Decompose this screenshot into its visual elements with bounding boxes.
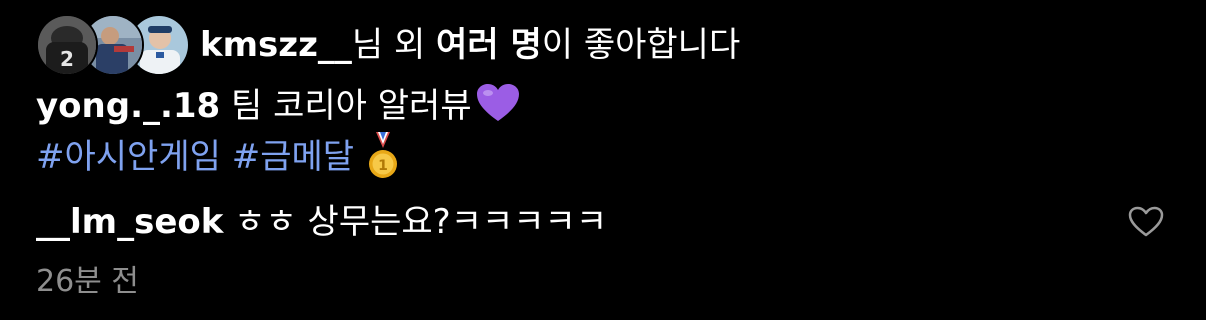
hashtag-link[interactable]: #아시안게임	[36, 137, 221, 177]
liked-by-row[interactable]: 2 kmszz__님 외 여러 명이 좋아합니다	[36, 14, 740, 76]
liker-username[interactable]: kmszz__	[200, 25, 352, 65]
likes-text-end: 이 좋아합니다	[541, 25, 741, 65]
comment-timestamp: 26분 전	[36, 264, 139, 299]
comment-like-button[interactable]	[1126, 204, 1166, 244]
svg-text:2: 2	[60, 47, 74, 71]
purple-heart-icon	[476, 83, 520, 136]
caption-text: 팀 코리아 알러뷰	[220, 86, 472, 126]
comment: __lm_seok ㅎㅎ 상무는요?ㅋㅋㅋㅋㅋ	[36, 198, 607, 246]
liker-avatars[interactable]: 2	[36, 14, 190, 76]
likes-text: 님 외	[351, 25, 437, 65]
post-caption: yong._.18 팀 코리아 알러뷰	[36, 82, 520, 136]
comment-text: ㅎㅎ 상무는요?ㅋㅋㅋㅋㅋ	[223, 202, 608, 242]
post-hashtags: #아시안게임 #금메달 1	[36, 132, 398, 193]
comment-username[interactable]: __lm_seok	[36, 202, 223, 242]
hashtag-link[interactable]: #금메달	[232, 137, 354, 177]
heart-outline-icon	[1128, 206, 1164, 242]
caption-username[interactable]: yong._.18	[36, 86, 220, 126]
likes-others-link[interactable]: 여러 명	[436, 25, 542, 65]
avatar[interactable]: 2	[36, 14, 98, 76]
likes-summary[interactable]: kmszz__님 외 여러 명이 좋아합니다	[200, 25, 740, 65]
gold-medal-icon: 1	[368, 132, 398, 193]
svg-text:1: 1	[378, 158, 388, 174]
